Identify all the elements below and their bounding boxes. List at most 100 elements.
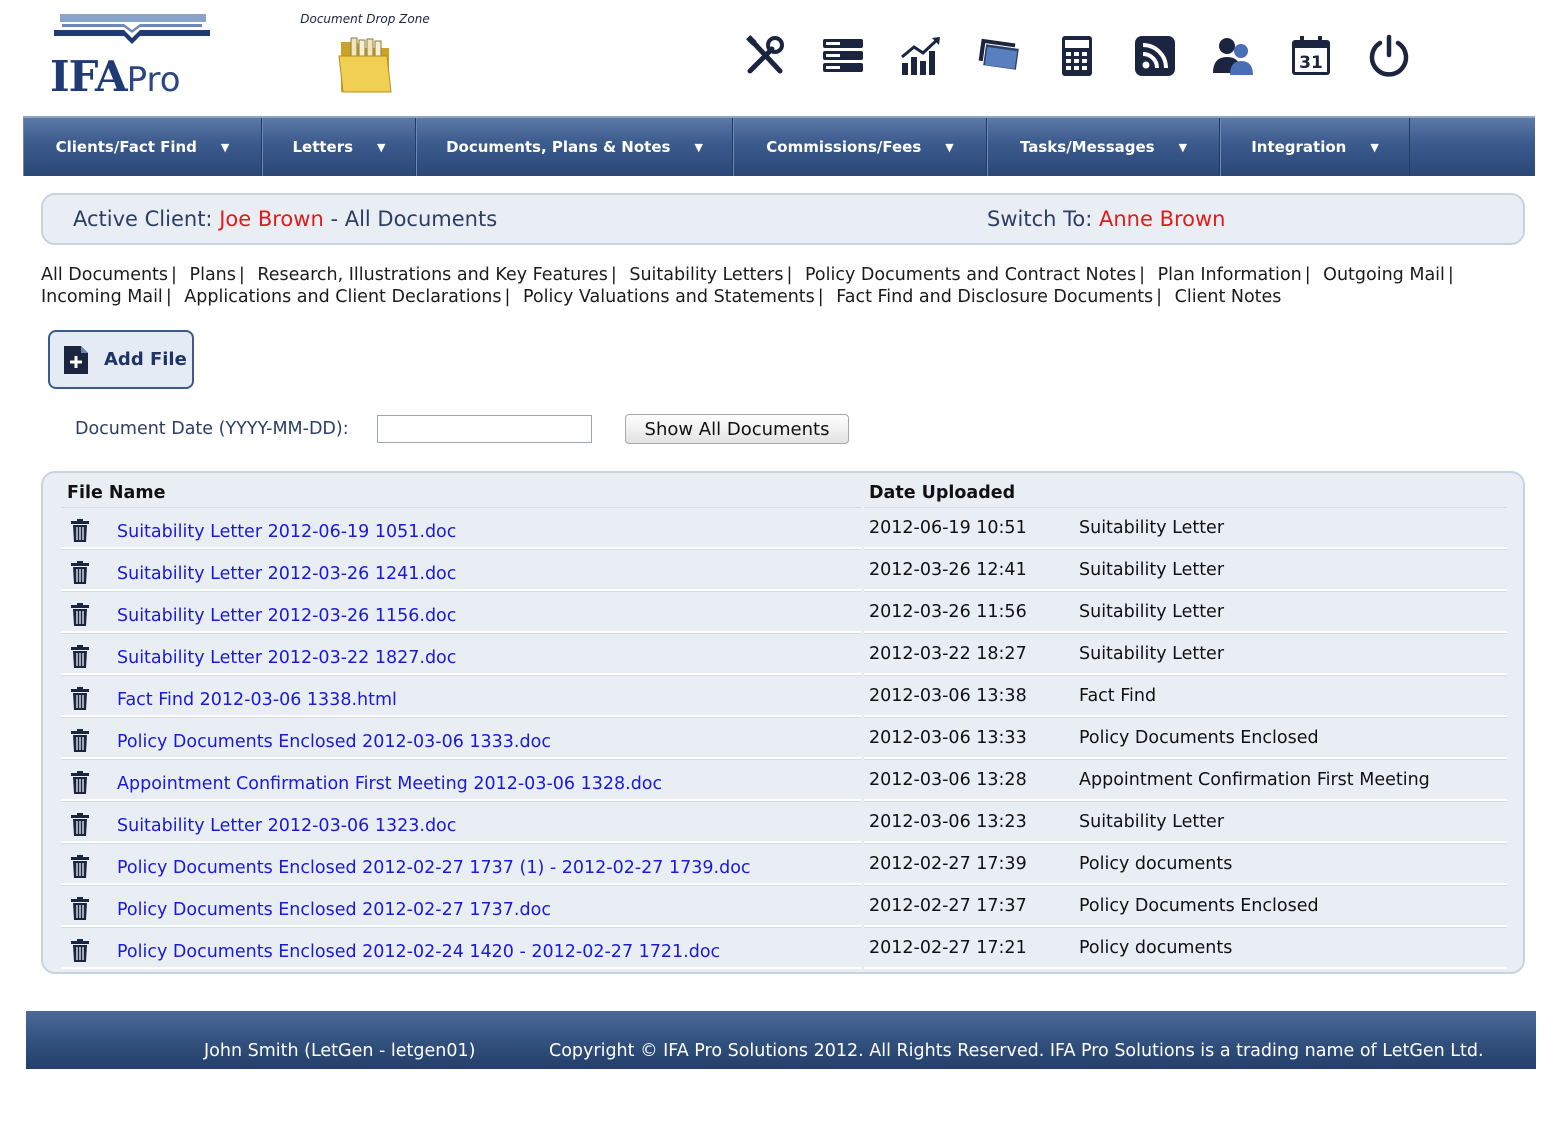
document-type: Fact Find xyxy=(1079,686,1157,706)
upload-date: 2012-03-06 13:23 xyxy=(869,812,1027,832)
caret-down-icon: ▼ xyxy=(377,140,386,154)
date-cell: 2012-02-27 17:37 Policy Documents Enclose… xyxy=(864,885,1507,927)
file-cell: Suitability Letter 2012-03-26 1156.doc xyxy=(61,591,861,633)
trash-icon[interactable] xyxy=(70,729,90,753)
category-applications[interactable]: Applications and Client Declarations xyxy=(184,287,501,307)
category-outgoing-mail[interactable]: Outgoing Mail xyxy=(1323,265,1445,285)
file-link[interactable]: Suitability Letter 2012-03-06 1323.doc xyxy=(117,816,456,836)
file-link[interactable]: Appointment Confirmation First Meeting 2… xyxy=(117,774,662,794)
category-research-illustrations[interactable]: Research, Illustrations and Key Features xyxy=(257,265,608,285)
rss-button[interactable] xyxy=(1132,30,1210,82)
table-row: Policy Documents Enclosed 2012-02-27 173… xyxy=(61,843,1507,885)
nav-clients-fact-find[interactable]: Clients/Fact Find ▼ xyxy=(23,118,262,176)
nav-integration[interactable]: Integration ▼ xyxy=(1220,118,1410,176)
date-cell: 2012-02-27 17:39 Policy documents xyxy=(864,843,1507,885)
upload-date: 2012-03-26 11:56 xyxy=(869,602,1027,622)
date-cell: 2012-03-26 12:41 Suitability Letter xyxy=(864,549,1507,591)
category-fact-find-disclosure[interactable]: Fact Find and Disclosure Documents xyxy=(836,287,1153,307)
column-header-file-name: File Name xyxy=(67,483,166,503)
date-cell: 2012-02-27 17:21 Policy documents xyxy=(864,927,1507,969)
caret-down-icon: ▼ xyxy=(1178,140,1188,154)
file-cell: Policy Documents Enclosed 2012-02-27 173… xyxy=(61,885,861,927)
chart-button[interactable] xyxy=(898,30,976,82)
server-button[interactable] xyxy=(820,30,898,82)
nav-letters[interactable]: Letters ▼ xyxy=(262,118,416,176)
column-header-date-uploaded: Date Uploaded xyxy=(869,483,1016,503)
table-row: Appointment Confirmation First Meeting 2… xyxy=(61,759,1507,801)
file-link[interactable]: Policy Documents Enclosed 2012-02-27 173… xyxy=(117,858,751,878)
file-link[interactable]: Policy Documents Enclosed 2012-02-27 173… xyxy=(117,900,551,920)
table-row: Fact Find 2012-03-06 1338.html 2012-03-06… xyxy=(61,675,1507,717)
calendar-day-text: 31 xyxy=(1299,53,1323,73)
active-client-suffix: - All Documents xyxy=(330,207,498,231)
active-client-text: Active Client: Joe Brown - All Documents xyxy=(73,207,497,231)
logout-button[interactable] xyxy=(1366,30,1444,82)
file-link[interactable]: Suitability Letter 2012-06-19 1051.doc xyxy=(117,522,456,542)
file-link[interactable]: Suitability Letter 2012-03-26 1156.doc xyxy=(117,606,456,626)
category-plan-information[interactable]: Plan Information xyxy=(1158,265,1302,285)
trash-icon[interactable] xyxy=(70,813,90,837)
trash-icon[interactable] xyxy=(70,855,90,879)
table-row: Suitability Letter 2012-03-26 1156.doc 20… xyxy=(61,591,1507,633)
file-cell: Fact Find 2012-03-06 1338.html xyxy=(61,675,861,717)
nav-commissions-fees[interactable]: Commissions/Fees ▼ xyxy=(733,118,987,176)
switch-client-link[interactable]: Anne Brown xyxy=(1099,207,1226,231)
footer-user: John Smith (LetGen - letgen01) xyxy=(204,1041,476,1061)
category-policy-valuations[interactable]: Policy Valuations and Statements xyxy=(523,287,815,307)
file-cell: Suitability Letter 2012-06-19 1051.doc xyxy=(61,507,861,549)
contacts-button[interactable] xyxy=(1210,30,1288,82)
footer: John Smith (LetGen - letgen01) Copyright… xyxy=(26,1011,1536,1069)
trash-icon[interactable] xyxy=(70,939,90,963)
category-policy-documents[interactable]: Policy Documents and Contract Notes xyxy=(805,265,1136,285)
file-cell: Policy Documents Enclosed 2012-03-06 133… xyxy=(61,717,861,759)
category-plans[interactable]: Plans xyxy=(190,265,236,285)
trash-icon[interactable] xyxy=(70,645,90,669)
nav-tasks-messages[interactable]: Tasks/Messages ▼ xyxy=(987,118,1220,176)
caret-down-icon: ▼ xyxy=(945,140,954,154)
trash-icon[interactable] xyxy=(70,687,90,711)
book-logo-icon xyxy=(54,14,210,44)
category-suitability-letters[interactable]: Suitability Letters xyxy=(629,265,783,285)
category-client-notes[interactable]: Client Notes xyxy=(1175,287,1282,307)
file-link[interactable]: Policy Documents Enclosed 2012-02-24 142… xyxy=(117,942,720,962)
server-icon xyxy=(823,39,863,72)
calendar-button[interactable]: 31 xyxy=(1288,30,1366,82)
caret-down-icon: ▼ xyxy=(220,140,230,154)
file-link[interactable]: Suitability Letter 2012-03-22 1827.doc xyxy=(117,648,456,668)
file-link[interactable]: Suitability Letter 2012-03-26 1241.doc xyxy=(117,564,456,584)
document-type: Policy Documents Enclosed xyxy=(1079,728,1319,748)
document-type: Policy documents xyxy=(1079,938,1233,958)
show-all-documents-button[interactable]: Show All Documents xyxy=(625,414,849,444)
active-client-label: Active Client: xyxy=(73,207,213,231)
add-file-button[interactable]: Add File xyxy=(48,330,194,389)
table-row: Suitability Letter 2012-03-26 1241.doc 20… xyxy=(61,549,1507,591)
calculator-icon xyxy=(1062,36,1092,76)
trash-icon[interactable] xyxy=(70,897,90,921)
trash-icon[interactable] xyxy=(70,561,90,585)
tools-button[interactable] xyxy=(742,30,820,82)
trash-icon[interactable] xyxy=(70,603,90,627)
power-icon xyxy=(1369,34,1409,77)
document-type: Suitability Letter xyxy=(1079,602,1225,622)
category-incoming-mail[interactable]: Incoming Mail xyxy=(41,287,163,307)
drop-zone-label: Document Drop Zone xyxy=(300,12,430,26)
table-row: Suitability Letter 2012-03-06 1323.doc 20… xyxy=(61,801,1507,843)
trash-icon[interactable] xyxy=(70,771,90,795)
document-type: Suitability Letter xyxy=(1079,560,1225,580)
document-drop-zone[interactable]: Document Drop Zone xyxy=(290,12,440,98)
document-date-input[interactable] xyxy=(377,415,592,443)
document-type: Policy Documents Enclosed xyxy=(1079,896,1319,916)
ifa-pro-logo[interactable]: IFAPro xyxy=(50,10,215,101)
money-button[interactable] xyxy=(976,30,1054,82)
nav-label: Integration xyxy=(1251,138,1347,156)
category-all-documents[interactable]: All Documents xyxy=(41,265,168,285)
upload-date: 2012-02-27 17:21 xyxy=(869,938,1027,958)
file-link[interactable]: Policy Documents Enclosed 2012-03-06 133… xyxy=(117,732,551,752)
nav-documents-plans-notes[interactable]: Documents, Plans & Notes ▼ xyxy=(416,118,733,176)
table-row: Policy Documents Enclosed 2012-02-27 173… xyxy=(61,885,1507,927)
file-link[interactable]: Fact Find 2012-03-06 1338.html xyxy=(117,690,397,710)
rss-icon xyxy=(1135,36,1175,76)
trash-icon[interactable] xyxy=(70,519,90,543)
date-cell: 2012-03-06 13:38 Fact Find xyxy=(864,675,1507,717)
calculator-button[interactable] xyxy=(1054,30,1132,82)
